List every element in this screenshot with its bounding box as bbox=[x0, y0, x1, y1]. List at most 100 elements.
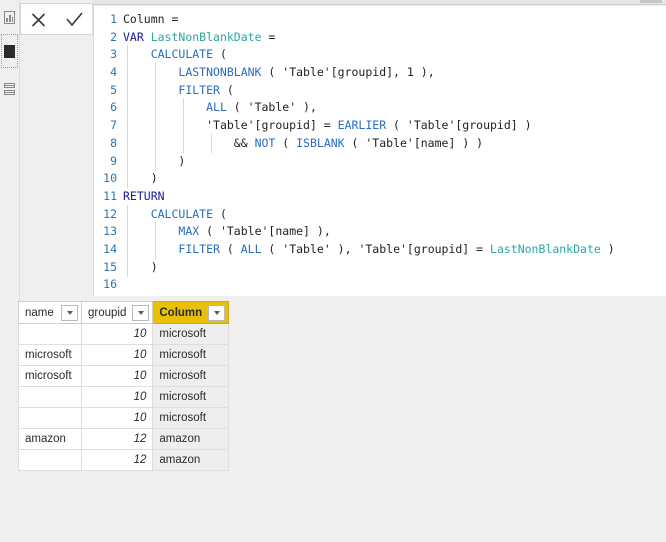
filter-caret-icon-name[interactable] bbox=[61, 304, 78, 321]
table-cell-groupid[interactable]: 12 bbox=[80, 449, 154, 471]
code-line: 8 && NOT ( ISBLANK ( 'Table'[name] ) ) bbox=[94, 133, 666, 153]
table-cell-column[interactable]: microsoft bbox=[152, 407, 230, 429]
table-row[interactable]: microsoft 10 microsoft bbox=[18, 365, 230, 387]
code-token: 'Table'[groupid] bbox=[206, 118, 317, 133]
grid-header-row: name groupid Column bbox=[18, 301, 230, 324]
line-number: 16 bbox=[103, 277, 117, 292]
code-line: 13 MAX ( 'Table'[name] ), bbox=[94, 222, 666, 242]
table-row[interactable]: 10 microsoft bbox=[18, 323, 230, 345]
table-cell-name[interactable]: microsoft bbox=[18, 344, 82, 366]
table-cell-column[interactable]: microsoft bbox=[152, 386, 230, 408]
code-token: CALCULATE bbox=[150, 47, 214, 62]
line-number: 2 bbox=[110, 29, 117, 44]
close-x-icon bbox=[32, 12, 46, 27]
code-token: = bbox=[469, 241, 491, 256]
data-preview-grid[interactable]: name groupid Column 10 microsoft microso… bbox=[18, 301, 230, 471]
table-row[interactable]: 10 microsoft bbox=[18, 407, 230, 429]
code-token: ) bbox=[517, 118, 532, 133]
column-header-name[interactable]: name bbox=[18, 301, 82, 324]
line-number: 3 bbox=[110, 47, 117, 62]
table-row[interactable]: microsoft 10 microsoft bbox=[18, 344, 230, 366]
code-token: RETURN bbox=[123, 188, 165, 203]
code-token: ( bbox=[261, 241, 283, 256]
code-line: 14 FILTER ( ALL ( 'Table' ), 'Table'[gro… bbox=[94, 239, 666, 259]
table-cell-groupid[interactable]: 12 bbox=[80, 428, 154, 450]
code-token: Column bbox=[123, 12, 165, 26]
column-header-column[interactable]: Column bbox=[152, 301, 230, 324]
code-token: ) ) bbox=[455, 135, 484, 150]
code-token: ISBLANK bbox=[296, 135, 345, 150]
code-token: ) bbox=[123, 153, 186, 168]
code-line: 16 bbox=[94, 276, 666, 294]
code-line: 1 Column = bbox=[94, 11, 666, 29]
code-line: 5 FILTER ( bbox=[94, 80, 666, 100]
table-cell-name[interactable] bbox=[18, 407, 82, 429]
code-lines: 1 Column = 2 VAR LastNonBlankDate = 3 CALCU… bbox=[94, 11, 666, 294]
code-line-text: FILTER ( bbox=[123, 80, 666, 100]
code-token: LastNonBlankDate bbox=[490, 241, 601, 256]
indent-guides bbox=[123, 151, 666, 171]
sidebar-item-report-view[interactable] bbox=[1, 0, 18, 34]
code-token: ), bbox=[309, 224, 331, 239]
code-token: = bbox=[261, 29, 276, 44]
line-number: 6 bbox=[110, 100, 117, 115]
scrollbar-thumb[interactable] bbox=[640, 0, 662, 3]
code-token: , bbox=[393, 65, 407, 80]
filter-caret-icon-groupid[interactable] bbox=[132, 304, 150, 321]
filter-caret-icon-column[interactable] bbox=[208, 304, 226, 321]
code-token: ( bbox=[199, 224, 220, 239]
column-header-label: groupid bbox=[88, 306, 127, 319]
formula-horizontal-scrollbar[interactable] bbox=[93, 0, 666, 5]
table-cell-name[interactable] bbox=[18, 449, 82, 471]
code-token: ), bbox=[413, 65, 435, 80]
code-line-text: RETURN bbox=[123, 188, 666, 206]
table-cell-column[interactable]: microsoft bbox=[152, 323, 230, 345]
code-token: EARLIER bbox=[337, 118, 387, 133]
dax-formula-editor[interactable]: 1 Column = 2 VAR LastNonBlankDate = 3 CALCU… bbox=[93, 6, 666, 296]
table-row[interactable]: 12 amazon bbox=[18, 449, 230, 471]
table-cell-name[interactable]: amazon bbox=[18, 428, 82, 450]
table-cell-groupid[interactable]: 10 bbox=[80, 344, 154, 366]
table-cell-name[interactable] bbox=[18, 323, 82, 345]
empty-canvas-area bbox=[19, 472, 666, 542]
code-token: LastNonBlankDate bbox=[150, 29, 262, 44]
column-header-groupid[interactable]: groupid bbox=[80, 301, 154, 324]
line-number: 9 bbox=[110, 153, 117, 168]
line-number: 15 bbox=[103, 259, 117, 274]
code-token: 'Table'[groupid] bbox=[406, 118, 518, 133]
table-cell-column[interactable]: microsoft bbox=[152, 344, 230, 366]
code-line-text: VAR LastNonBlankDate = bbox=[123, 29, 666, 47]
code-line: 6 ALL ( 'Table' ), bbox=[94, 98, 666, 118]
sidebar-item-data-view[interactable] bbox=[1, 34, 18, 68]
table-cell-groupid[interactable]: 10 bbox=[80, 365, 154, 387]
cancel-formula-button[interactable] bbox=[25, 6, 53, 32]
code-token: ( bbox=[275, 135, 297, 150]
code-line-text: ALL ( 'Table' ), bbox=[123, 98, 666, 118]
code-token: NOT bbox=[254, 135, 276, 150]
table-cell-column[interactable]: microsoft bbox=[152, 365, 230, 387]
table-cell-column[interactable]: amazon bbox=[152, 428, 230, 450]
table-cell-name[interactable]: microsoft bbox=[18, 365, 82, 387]
column-header-label: name bbox=[25, 306, 54, 319]
table-cell-column[interactable]: amazon bbox=[152, 449, 230, 471]
table-row[interactable]: 10 microsoft bbox=[18, 386, 230, 408]
code-token: 1 bbox=[406, 65, 414, 80]
sidebar-item-model-view[interactable] bbox=[1, 72, 18, 106]
table-cell-groupid[interactable]: 10 bbox=[80, 386, 154, 408]
commit-formula-button[interactable] bbox=[60, 6, 88, 32]
code-token: 'Table'[groupid] bbox=[358, 241, 470, 256]
power-bi-data-view: 1 Column = 2 VAR LastNonBlankDate = 3 CALCU… bbox=[0, 0, 666, 542]
table-cell-groupid[interactable]: 10 bbox=[80, 407, 154, 429]
code-line: 7 'Table'[groupid] = EARLIER ( 'Table'[g… bbox=[94, 116, 666, 136]
code-line: 2 VAR LastNonBlankDate = bbox=[94, 29, 666, 47]
table-row[interactable]: amazon 12 amazon bbox=[18, 428, 230, 450]
checkmark-icon bbox=[66, 11, 83, 26]
table-cell-name[interactable] bbox=[18, 386, 82, 408]
table-cell-groupid[interactable]: 10 bbox=[80, 323, 154, 345]
